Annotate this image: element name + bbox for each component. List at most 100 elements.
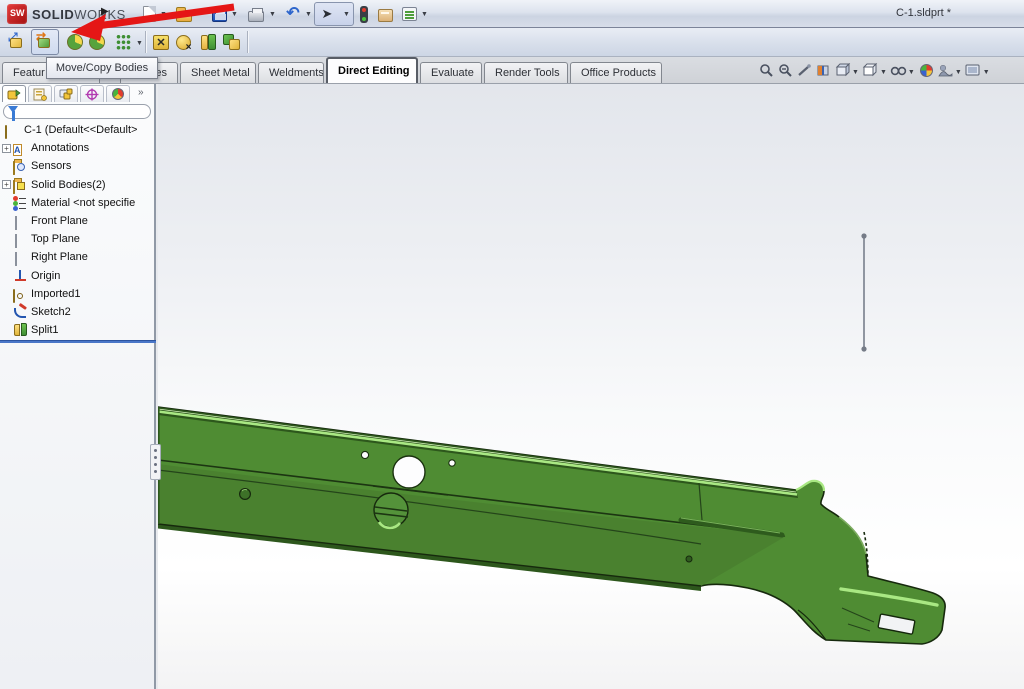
menu-expand-arrow-icon[interactable]: ▶	[101, 6, 109, 17]
split-body-alt-button[interactable]	[86, 31, 108, 53]
new-document-button[interactable]	[139, 4, 159, 24]
propertymanager-icon	[33, 88, 47, 101]
tree-item-sketch2[interactable]: Sketch2	[0, 303, 156, 321]
tree-item-top-plane[interactable]: Top Plane	[0, 230, 156, 248]
tab-configurationmanager[interactable]	[54, 85, 78, 102]
graphics-viewport[interactable]	[158, 84, 1024, 689]
view-settings-icon	[965, 63, 981, 78]
hide-show-items-button[interactable]	[890, 62, 907, 79]
new-dropdown-arrow[interactable]: ▼	[160, 11, 167, 18]
tab-direct-editing[interactable]: Direct Editing	[326, 57, 418, 83]
copy-bodies-button[interactable]	[221, 31, 243, 53]
display-style-button[interactable]	[862, 62, 879, 79]
zoom-to-area-button[interactable]	[777, 62, 794, 79]
previous-view-button[interactable]	[796, 62, 813, 79]
display-style-dropdown-arrow[interactable]: ▼	[880, 69, 887, 76]
rebuild-button[interactable]	[354, 4, 374, 24]
tab-weldments[interactable]: Weldments	[258, 62, 324, 83]
panel-splitter-grip[interactable]	[150, 444, 161, 480]
tab-office-products[interactable]: Office Products	[570, 62, 662, 83]
main-area: » C-1 (Default<<Default> + A Annotations…	[0, 84, 1024, 689]
pattern-bodies-button[interactable]	[112, 31, 134, 53]
tree-filter-input[interactable]	[3, 104, 151, 119]
apply-scene-dropdown-arrow[interactable]: ▼	[955, 69, 962, 76]
tree-item-part-root[interactable]: C-1 (Default<<Default>	[0, 121, 156, 139]
plane-icon	[15, 216, 17, 230]
hide-show-dropdown-arrow[interactable]: ▼	[908, 69, 915, 76]
save-dropdown-arrow[interactable]: ▼	[231, 11, 238, 18]
keep-body-icon	[176, 35, 191, 50]
tree-item-sensors[interactable]: Sensors	[0, 157, 156, 175]
tree-item-annotations[interactable]: + A Annotations	[0, 139, 156, 157]
file-properties-button[interactable]	[375, 4, 395, 24]
sketch-vertical-line	[861, 233, 866, 351]
hole-small-3	[686, 556, 692, 562]
imported-geometry-icon	[200, 34, 217, 51]
split-body-button[interactable]	[64, 31, 86, 53]
instant3d-button[interactable]: ⤢	[6, 31, 28, 53]
view-settings-button[interactable]	[965, 62, 982, 79]
title-bar: SW SOLIDWORKS ▶ ▼ ▼ ▼ ↶ ▼ ➤ ▼ ▼ C-1.sldp…	[0, 0, 1024, 28]
edit-appearance-button[interactable]	[918, 62, 935, 79]
pattern-dropdown-arrow[interactable]: ▼	[136, 40, 143, 47]
zoom-to-area-icon	[778, 63, 793, 78]
tab-sheet-metal[interactable]: Sheet Metal	[180, 62, 256, 83]
configurationmanager-icon	[59, 88, 73, 101]
featuremanager-tree-icon	[7, 88, 21, 101]
save-button[interactable]	[209, 4, 229, 24]
print-button[interactable]	[246, 4, 266, 24]
view-orientation-button[interactable]	[834, 62, 851, 79]
select-button[interactable]: ➤	[317, 4, 337, 24]
keep-body-button[interactable]	[172, 31, 194, 53]
feature-tree: C-1 (Default<<Default> + A Annotations S…	[0, 121, 156, 339]
tree-item-solid-bodies[interactable]: + Solid Bodies(2)	[0, 176, 156, 194]
options-dropdown-arrow[interactable]: ▼	[421, 11, 428, 18]
select-cursor-icon: ➤	[322, 6, 333, 22]
recessed-hole	[240, 489, 251, 500]
undo-dropdown-arrow[interactable]: ▼	[305, 11, 312, 18]
zoom-to-fit-button[interactable]	[758, 62, 775, 79]
print-dropdown-arrow[interactable]: ▼	[269, 11, 276, 18]
tree-item-front-plane[interactable]: Front Plane	[0, 212, 156, 230]
displaymanager-icon	[112, 88, 124, 100]
imported-geometry-button[interactable]	[197, 31, 219, 53]
expand-toggle[interactable]: +	[2, 180, 11, 189]
rollback-bar[interactable]	[0, 340, 156, 343]
options-list-button[interactable]	[399, 4, 419, 24]
hole-small-2	[449, 460, 455, 466]
undo-button[interactable]: ↶	[283, 4, 303, 24]
copy-bodies-icon	[223, 34, 241, 51]
tab-evaluate[interactable]: Evaluate	[420, 62, 482, 83]
tab-dimxpertmanager[interactable]	[80, 85, 104, 102]
solid-bodies-folder-icon	[13, 180, 15, 194]
delete-body-button[interactable]: ✕	[150, 31, 172, 53]
view-orientation-dropdown-arrow[interactable]: ▼	[852, 69, 859, 76]
tree-item-origin[interactable]: Origin	[0, 267, 156, 285]
tree-item-material[interactable]: Material <not specifie	[0, 194, 156, 212]
tree-item-split1[interactable]: Split1	[0, 321, 156, 339]
headsup-view-toolbar: ▼ ▼ ▼ ▼ ▼	[758, 61, 991, 79]
zoom-to-fit-icon	[759, 63, 774, 78]
split-body-icon	[67, 34, 83, 50]
toolbar-separator	[145, 31, 146, 53]
new-document-icon	[143, 6, 156, 22]
move-copy-bodies-button[interactable]: ⇄	[34, 31, 56, 53]
view-settings-dropdown-arrow[interactable]: ▼	[983, 69, 990, 76]
section-view-icon	[816, 63, 831, 78]
tab-featuremanager-tree[interactable]	[2, 85, 26, 102]
toolbar-separator	[247, 31, 248, 53]
tab-propertymanager[interactable]	[28, 85, 52, 102]
tree-item-imported1[interactable]: Imported1	[0, 285, 156, 303]
panel-overflow-chevron[interactable]: »	[138, 87, 144, 98]
section-view-button[interactable]	[815, 62, 832, 79]
sensors-folder-icon	[13, 161, 15, 175]
tab-displaymanager[interactable]	[106, 85, 130, 102]
expand-toggle[interactable]: +	[2, 144, 11, 153]
select-dropdown-arrow[interactable]: ▼	[343, 11, 350, 18]
open-button[interactable]	[174, 4, 194, 24]
apply-scene-icon	[937, 63, 953, 78]
apply-scene-button[interactable]	[937, 62, 954, 79]
counterbore-hole	[374, 493, 408, 528]
tree-item-right-plane[interactable]: Right Plane	[0, 248, 156, 266]
tab-render-tools[interactable]: Render Tools	[484, 62, 568, 83]
